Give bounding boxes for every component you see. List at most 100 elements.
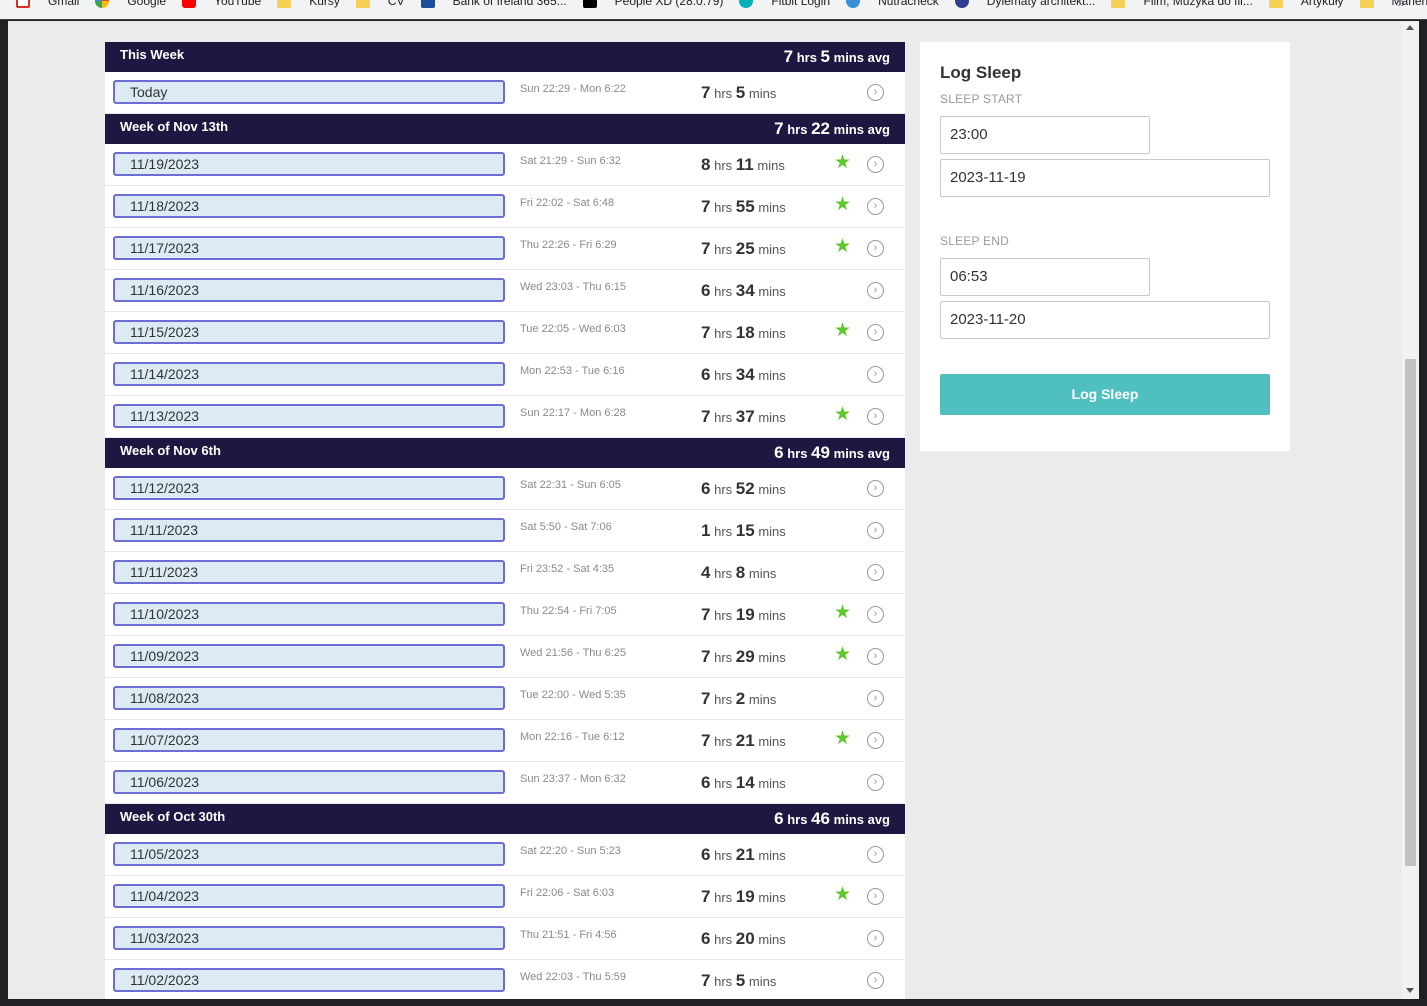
chevron-right-icon[interactable]: › <box>867 564 884 581</box>
sleep-date-field[interactable]: 11/13/2023 <box>113 404 505 428</box>
chevron-right-icon[interactable]: › <box>867 732 884 749</box>
sleep-entry-row[interactable]: 11/19/2023 Sat 21:29 - Sun 6:32 8 hrs 11 m… <box>105 144 905 186</box>
chevron-right-icon[interactable]: › <box>867 240 884 257</box>
sleep-date-field[interactable]: Today <box>113 80 505 104</box>
log-sleep-button[interactable]: Log Sleep <box>940 374 1270 415</box>
duration-minutes: 11 <box>735 155 754 174</box>
hrs-unit: hrs <box>787 446 808 461</box>
sleep-entry-row[interactable]: 11/06/2023 Sun 23:37 - Mon 6:32 6 hrs 14 m… <box>105 762 905 804</box>
sleep-start-time-input[interactable]: 23:00 <box>940 116 1150 154</box>
scroll-up-icon[interactable] <box>1406 25 1414 30</box>
bookmark-item[interactable]: Mariena <box>1359 0 1427 8</box>
chevron-right-icon[interactable]: › <box>867 648 884 665</box>
sleep-entry-row[interactable]: 11/11/2023 Sat 5:50 - Sat 7:06 1 hrs 15 mi… <box>105 510 905 552</box>
sleep-start-date-input[interactable]: 2023-11-19 <box>940 159 1270 197</box>
bookmark-item[interactable]: Fitbit Login <box>739 0 830 8</box>
chevron-right-icon[interactable]: › <box>867 690 884 707</box>
sleep-entry-row[interactable]: 11/17/2023 Thu 22:26 - Fri 6:29 7 hrs 25 m… <box>105 228 905 270</box>
sleep-entry-row[interactable]: 11/14/2023 Mon 22:53 - Tue 6:16 6 hrs 34 m… <box>105 354 905 396</box>
sleep-date-field[interactable]: 11/02/2023 <box>113 968 505 992</box>
bookmark-item[interactable]: Gmail <box>16 0 79 8</box>
sleep-date-field[interactable]: 11/12/2023 <box>113 476 505 500</box>
sleep-entry-row[interactable]: Today Sun 22:29 - Mon 6:22 7 hrs 5 mins › <box>105 72 905 114</box>
sleep-entry-row[interactable]: 11/16/2023 Wed 23:03 - Thu 6:15 6 hrs 34 m… <box>105 270 905 312</box>
chevron-right-icon[interactable]: › <box>867 522 884 539</box>
chevron-right-icon[interactable]: › <box>867 324 884 341</box>
hrs-unit: hrs <box>714 86 733 101</box>
chevron-right-icon[interactable]: › <box>867 282 884 299</box>
sleep-date-field[interactable]: 11/05/2023 <box>113 842 505 866</box>
hrs-unit: hrs <box>787 812 808 827</box>
mins-unit: mins <box>748 974 777 989</box>
chevron-right-icon[interactable]: › <box>867 156 884 173</box>
bookmarks-overflow-icon[interactable]: » <box>1397 0 1405 10</box>
sleep-end-time-input[interactable]: 06:53 <box>940 258 1150 296</box>
bookmark-item[interactable]: People XD (28.0.79) <box>582 0 723 8</box>
chevron-right-icon[interactable]: › <box>867 408 884 425</box>
sleep-entry-row[interactable]: 11/07/2023 Mon 22:16 - Tue 6:12 7 hrs 21 m… <box>105 720 905 762</box>
star-icon: ★ <box>834 884 852 905</box>
sleep-entry-row[interactable]: 11/13/2023 Sun 22:17 - Mon 6:28 7 hrs 37 m… <box>105 396 905 438</box>
avg-minutes: 22 <box>811 119 831 138</box>
sleep-time-span: Sun 22:29 - Mon 6:22 <box>520 83 626 95</box>
sleep-entry-row[interactable]: 11/04/2023 Fri 22:06 - Sat 6:03 7 hrs 19 m… <box>105 876 905 918</box>
bookmark-item[interactable]: CV <box>355 0 405 8</box>
sleep-entry-row[interactable]: 11/10/2023 Thu 22:54 - Fri 7:05 7 hrs 19 m… <box>105 594 905 636</box>
avg-minutes: 49 <box>811 443 831 462</box>
sleep-entry-row[interactable]: 11/11/2023 Fri 23:52 - Sat 4:35 4 hrs 8 mi… <box>105 552 905 594</box>
sleep-date-field[interactable]: 11/19/2023 <box>113 152 505 176</box>
bookmark-item[interactable]: Dylematy architekt... <box>954 0 1095 8</box>
sleep-entry-row[interactable]: 11/02/2023 Wed 22:03 - Thu 5:59 7 hrs 5 mi… <box>105 960 905 999</box>
mins-unit: mins <box>758 368 786 383</box>
chevron-right-icon[interactable]: › <box>867 366 884 383</box>
bookmark-item[interactable]: Kursy <box>277 0 340 8</box>
bookmark-item[interactable]: Google <box>95 0 166 8</box>
chevron-right-icon[interactable]: › <box>867 930 884 947</box>
chevron-right-icon[interactable]: › <box>867 198 884 215</box>
sleep-date-field[interactable]: 11/14/2023 <box>113 362 505 386</box>
sleep-time-span: Wed 23:03 - Thu 6:15 <box>520 281 626 293</box>
sleep-entry-row[interactable]: 11/05/2023 Sat 22:20 - Sun 5:23 6 hrs 21 m… <box>105 834 905 876</box>
sleep-entry-row[interactable]: 11/18/2023 Fri 22:02 - Sat 6:48 7 hrs 55 m… <box>105 186 905 228</box>
chevron-right-icon[interactable]: › <box>867 84 884 101</box>
hrs-unit: hrs <box>714 974 733 989</box>
sleep-date-field[interactable]: 11/11/2023 <box>113 560 505 584</box>
bookmark-item[interactable]: Film, Muzyka do fil... <box>1111 0 1253 8</box>
chevron-right-icon[interactable]: › <box>867 972 884 989</box>
sleep-date-field[interactable]: 11/18/2023 <box>113 194 505 218</box>
sleep-date-field[interactable]: 11/08/2023 <box>113 686 505 710</box>
sleep-entry-row[interactable]: 11/09/2023 Wed 21:56 - Thu 6:25 7 hrs 29 m… <box>105 636 905 678</box>
scrollbar-thumb[interactable] <box>1405 359 1416 866</box>
duration-hours: 6 <box>701 479 711 498</box>
bookmarks-bar: Gmail Google YouTube Kursy CV Bank of Ireland… <box>0 0 1427 20</box>
sleep-entry-row[interactable]: 11/15/2023 Tue 22:05 - Wed 6:03 7 hrs 18 m… <box>105 312 905 354</box>
scroll-down-icon[interactable] <box>1406 988 1414 993</box>
sleep-date-field[interactable]: 11/09/2023 <box>113 644 505 668</box>
sleep-date-field[interactable]: 11/06/2023 <box>113 770 505 794</box>
bookmark-item[interactable]: Artykuły <box>1268 0 1344 8</box>
sleep-date-field[interactable]: 11/15/2023 <box>113 320 505 344</box>
chevron-right-icon[interactable]: › <box>867 606 884 623</box>
sleep-end-date-input[interactable]: 2023-11-20 <box>940 301 1270 339</box>
sleep-entry-row[interactable]: 11/03/2023 Thu 21:51 - Fri 4:56 6 hrs 20 m… <box>105 918 905 960</box>
week-title: Week of Oct 30th <box>120 809 226 824</box>
bookmark-item[interactable]: Nutracheck <box>846 0 939 8</box>
sleep-date-field[interactable]: 11/03/2023 <box>113 926 505 950</box>
chevron-right-icon[interactable]: › <box>867 480 884 497</box>
chevron-right-icon[interactable]: › <box>867 846 884 863</box>
sleep-entry-row[interactable]: 11/08/2023 Tue 22:00 - Wed 5:35 7 hrs 2 mi… <box>105 678 905 720</box>
sleep-date-field[interactable]: 11/17/2023 <box>113 236 505 260</box>
bookmark-label: Film, Muzyka do fil... <box>1143 0 1253 8</box>
page-scrollbar[interactable] <box>1402 21 1419 999</box>
chevron-right-icon[interactable]: › <box>867 774 884 791</box>
sleep-date-field[interactable]: 11/10/2023 <box>113 602 505 626</box>
sleep-date-field[interactable]: 11/07/2023 <box>113 728 505 752</box>
sleep-date-field[interactable]: 11/16/2023 <box>113 278 505 302</box>
sleep-entry-row[interactable]: 11/12/2023 Sat 22:31 - Sun 6:05 6 hrs 52 m… <box>105 468 905 510</box>
bookmark-item[interactable]: Bank of Ireland 365... <box>420 0 567 8</box>
chevron-right-icon[interactable]: › <box>867 888 884 905</box>
bookmark-item[interactable]: YouTube <box>182 0 261 8</box>
star-icon: ★ <box>834 728 852 749</box>
sleep-date-field[interactable]: 11/11/2023 <box>113 518 505 542</box>
sleep-date-field[interactable]: 11/04/2023 <box>113 884 505 908</box>
